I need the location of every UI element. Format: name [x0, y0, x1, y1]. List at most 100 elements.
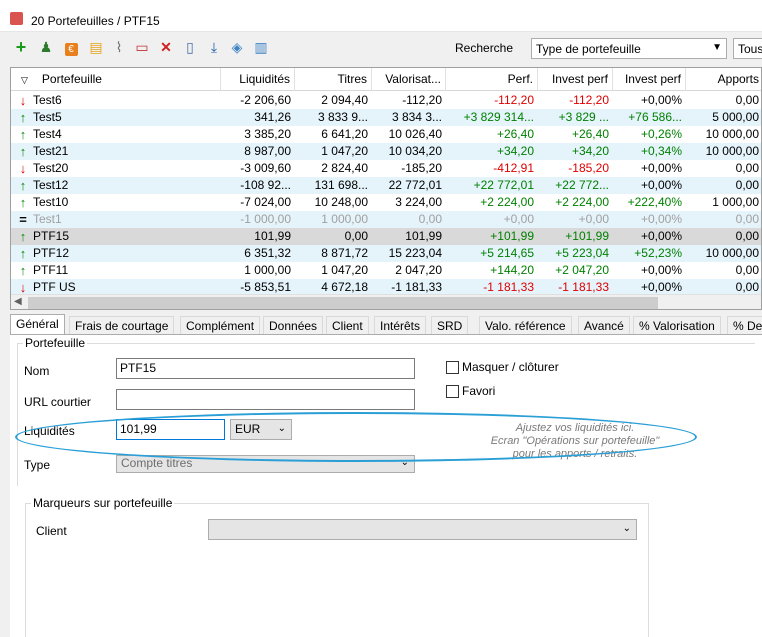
portfolio-icon[interactable]: ♟: [37, 38, 55, 56]
horizontal-scrollbar[interactable]: ◀: [11, 294, 761, 309]
table-cell: 0,00: [735, 263, 759, 277]
table-row[interactable]: ↑ PTF12 6 351,32 8 871,72 15 223,04 +5 214,65…: [11, 245, 761, 262]
paperclip-icon[interactable]: ⌇: [110, 38, 128, 56]
table-cell: 10 034,20: [388, 144, 442, 158]
table-cell: -185,20: [568, 161, 609, 175]
table-cell: +101,99: [490, 229, 534, 243]
table-row[interactable]: ↓ Test20 -3 009,60 2 824,40 -185,20 -412,91 -1…: [11, 160, 761, 177]
table-cell: -2 206,60: [240, 93, 291, 107]
tab-donnees[interactable]: Données: [263, 316, 324, 335]
table-cell: 1 000,00: [712, 195, 759, 209]
table-cell: 101,99: [405, 229, 442, 243]
column-header-titres[interactable]: Titres: [295, 68, 372, 91]
table-cell: 10 248,00: [314, 195, 368, 209]
download-icon[interactable]: ⤓: [205, 38, 223, 56]
tab-complement[interactable]: Complément: [180, 316, 261, 335]
table-row[interactable]: = Test1 -1 000,00 1 000,00 0,00 +0,00 +0,00 +0,…: [11, 211, 761, 228]
table-cell: +2 047,20: [555, 263, 609, 277]
masquer-checkbox[interactable]: [446, 361, 459, 374]
url-courtier-label: URL courtier: [24, 395, 91, 409]
tab-avance[interactable]: Avancé: [578, 316, 630, 335]
calendar-icon[interactable]: ▭: [133, 38, 151, 56]
tab-client[interactable]: Client: [326, 316, 369, 335]
url-courtier-field[interactable]: [116, 389, 415, 410]
table-row[interactable]: ↓ Test6 -2 206,60 2 094,40 -112,20 -112,20 -11…: [11, 92, 761, 109]
title-bar: 20 Portefeuilles / PTF15: [0, 0, 762, 32]
table-cell: +52,23%: [634, 246, 682, 260]
column-header-portefeuille[interactable]: ▽ Portefeuille: [11, 68, 221, 91]
tous-select[interactable]: Tous: [733, 38, 762, 59]
table-cell: 6 641,20: [321, 127, 368, 141]
portfolio-name-cell: Test21: [33, 144, 69, 158]
table-cell: +3 829 ...: [558, 110, 609, 124]
column-header-invest-perf[interactable]: Invest perf: [538, 68, 613, 91]
table-row[interactable]: ↑ Test12 -108 92... 131 698... 22 772,01 +22 …: [11, 177, 761, 194]
tab-general[interactable]: Général: [10, 314, 65, 335]
clipboard-icon[interactable]: ▥: [252, 38, 270, 56]
table-cell: -1 000,00: [240, 212, 291, 226]
client-select[interactable]: ⌄: [208, 519, 637, 540]
table-row[interactable]: ↑ Test21 8 987,00 1 047,20 10 034,20 +34,20 +3…: [11, 143, 761, 160]
table-row[interactable]: ↑ Test5 341,26 3 833 9... 3 834 3... +3 829 3…: [11, 109, 761, 126]
table-cell: +34,20: [571, 144, 609, 158]
column-header-invest-perf-pct[interactable]: Invest perf: [613, 68, 686, 91]
delete-icon[interactable]: ✕: [157, 38, 175, 56]
notes-icon[interactable]: ▤: [87, 38, 105, 56]
tab-valo-reference[interactable]: Valo. référence: [479, 316, 572, 335]
table-cell: 0,00: [344, 229, 368, 243]
highlight-annotation: [15, 412, 697, 462]
table-cell: 3 385,20: [244, 127, 291, 141]
favori-checkbox[interactable]: [446, 385, 459, 398]
table-cell: 101,99: [254, 229, 291, 243]
tab-frais-de-courtage[interactable]: Frais de courtage: [69, 316, 175, 335]
bag-icon[interactable]: ◈: [228, 38, 246, 56]
table-cell: 2 094,40: [321, 93, 368, 107]
table-cell: +3 829 314...: [463, 110, 534, 124]
portfolio-name-cell: Test5: [33, 110, 62, 124]
tab-pct-de[interactable]: % De: [727, 316, 762, 335]
column-header-apports[interactable]: Apports: [686, 68, 761, 91]
table-cell: 3 834 3...: [391, 110, 442, 124]
type-label: Type: [24, 458, 51, 472]
table-cell: 6 351,32: [244, 246, 291, 260]
marqueurs-group-title: Marqueurs sur portefeuille: [31, 496, 175, 510]
column-header-valorisation[interactable]: Valorisat...: [372, 68, 446, 91]
table-row[interactable]: ↑ Test4 3 385,20 6 641,20 10 026,40 +26,40 +26…: [11, 126, 761, 143]
tab-interets[interactable]: Intérêts: [374, 316, 427, 335]
table-cell: 0,00: [418, 212, 442, 226]
tab-srd[interactable]: SRD: [431, 316, 469, 335]
portfolio-name-cell: Test10: [33, 195, 69, 209]
currency-icon[interactable]: €: [62, 38, 80, 56]
column-header-perf[interactable]: Perf.: [446, 68, 538, 91]
add-icon[interactable]: +: [12, 38, 30, 56]
table-cell: -112,20: [569, 93, 609, 107]
scroll-left-icon[interactable]: ◀: [14, 296, 22, 307]
portfolio-name-cell: PTF11: [33, 263, 69, 277]
table-cell: 0,00: [735, 93, 759, 107]
column-header-liquidites[interactable]: Liquidités: [221, 68, 295, 91]
table-cell: 0,00: [735, 229, 759, 243]
table-cell: 1 047,20: [321, 144, 368, 158]
chevron-down-icon: ⌄: [622, 523, 631, 534]
nom-field[interactable]: PTF15: [116, 358, 415, 379]
table-cell: 15 223,04: [388, 246, 442, 260]
scrollbar-thumb[interactable]: [28, 297, 658, 309]
table-row[interactable]: ↑ Test10 -7 024,00 10 248,00 3 224,00 +2 224,…: [11, 194, 761, 211]
table-cell: +5 223,04: [555, 246, 609, 260]
tab-pct-valorisation[interactable]: % Valorisation: [633, 316, 721, 335]
table-cell: +0,34%: [640, 144, 682, 158]
table-cell: +0,00%: [640, 161, 682, 175]
window-title: 20 Portefeuilles / PTF15: [31, 14, 160, 28]
table-cell: +0,26%: [640, 127, 682, 141]
search-label: Recherche: [455, 41, 514, 55]
table-row[interactable]: ↑ PTF15 101,99 0,00 101,99 +101,99 +101,99 +0,0…: [11, 228, 761, 245]
portfolio-type-select[interactable]: Type de portefeuille ▼: [531, 38, 727, 59]
table-cell: +22 772,01: [473, 178, 534, 192]
table-row[interactable]: ↑ PTF11 1 000,00 1 047,20 2 047,20 +144,20 +2 …: [11, 262, 761, 279]
portfolio-name-cell: PTF15: [33, 229, 70, 243]
document-icon[interactable]: ▯: [181, 38, 199, 56]
sort-icon: ▽: [21, 75, 28, 85]
table-cell: -412,91: [493, 161, 534, 175]
table-cell: 8 987,00: [244, 144, 291, 158]
table-cell: 2 047,20: [395, 263, 442, 277]
